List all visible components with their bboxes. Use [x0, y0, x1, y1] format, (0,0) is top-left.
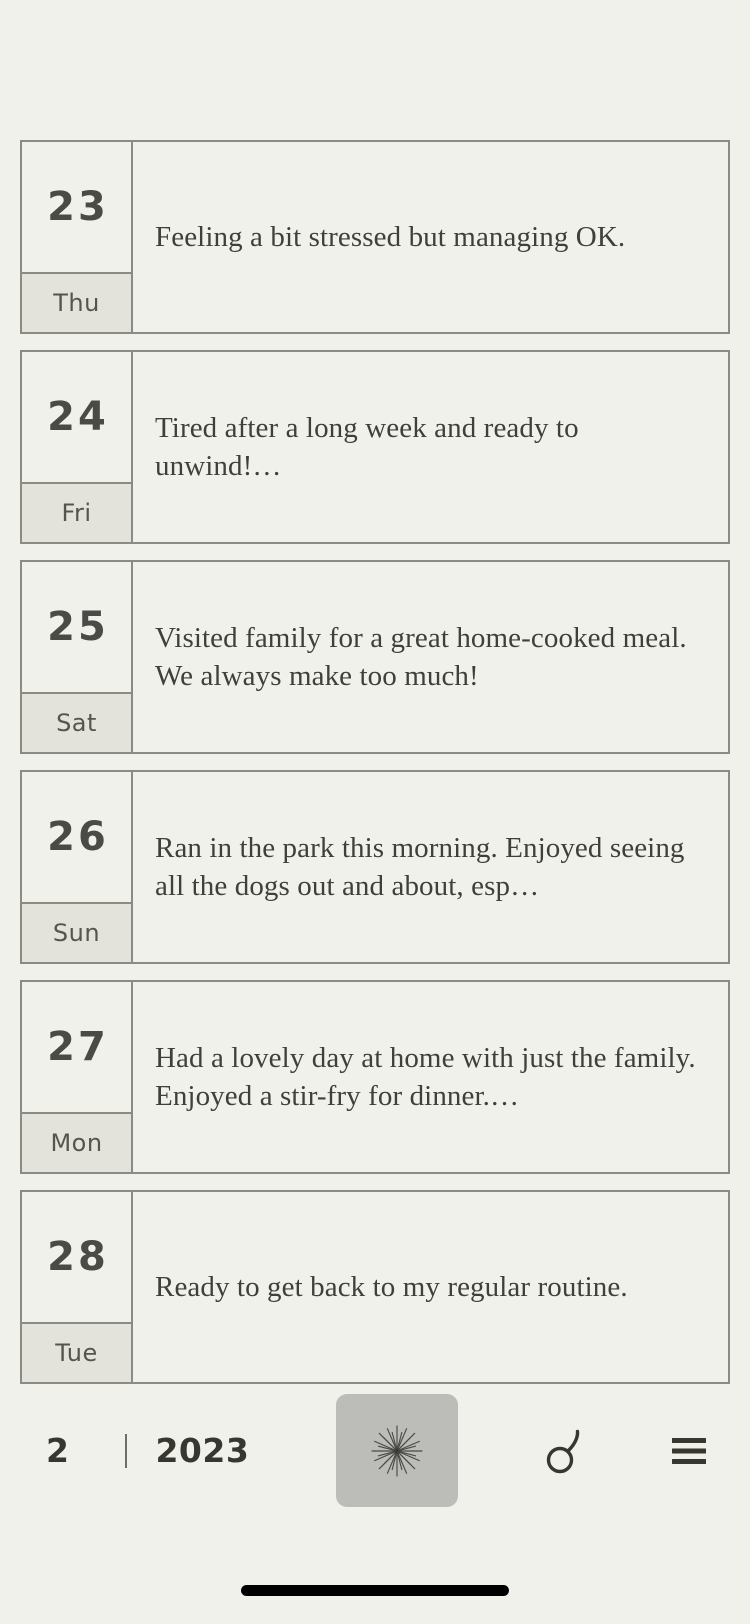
journal-entry-row[interactable]: 25 Sat Visited family for a great home-c…: [20, 560, 730, 754]
date-column: 28 Tue: [22, 1192, 133, 1382]
entry-body: Feeling a bit stressed but managing OK.: [133, 142, 728, 332]
date-column: 27 Mon: [22, 982, 133, 1172]
month-label[interactable]: 2: [46, 1431, 69, 1470]
entry-text: Visited family for a great home-cooked m…: [155, 621, 687, 692]
date-number-cell: 25: [22, 562, 131, 694]
entry-body: Visited family for a great home-cooked m…: [133, 562, 728, 752]
weekday-cell: Fri: [22, 484, 131, 542]
home-indicator: [241, 1585, 509, 1596]
date-column: 25 Sat: [22, 562, 133, 752]
weekday-label: Fri: [61, 499, 92, 527]
date-number-cell: 27: [22, 982, 131, 1114]
weekday-label: Sat: [56, 709, 97, 737]
journal-entry-row[interactable]: 23 Thu Feeling a bit stressed but managi…: [20, 140, 730, 334]
sparkle-icon: [370, 1424, 424, 1478]
date-column: 24 Fri: [22, 352, 133, 542]
date-column: 26 Sun: [22, 772, 133, 962]
date-number: 28: [47, 1234, 109, 1280]
weekday-label: Thu: [53, 289, 100, 317]
date-number: 26: [47, 814, 109, 860]
date-number-cell: 26: [22, 772, 131, 904]
date-number-cell: 28: [22, 1192, 131, 1324]
weekday-cell: Mon: [22, 1114, 131, 1172]
date-column: 23 Thu: [22, 142, 133, 332]
journal-entry-row[interactable]: 27 Mon Had a lovely day at home with jus…: [20, 980, 730, 1174]
hamburger-menu-icon[interactable]: [670, 1435, 708, 1467]
entry-body: Tired after a long week and ready to unw…: [133, 352, 728, 542]
entry-body: Ran in the park this morning. Enjoyed se…: [133, 772, 728, 962]
weekday-cell: Sun: [22, 904, 131, 962]
weekday-cell: Tue: [22, 1324, 131, 1382]
date-number: 24: [47, 394, 109, 440]
sparkle-button[interactable]: [335, 1394, 458, 1507]
entry-text: Ran in the park this morning. Enjoyed se…: [155, 831, 685, 902]
date-number: 25: [47, 604, 109, 650]
entry-body: Had a lovely day at home with just the f…: [133, 982, 728, 1172]
date-number-cell: 23: [22, 142, 131, 274]
bottom-navigation-bar: 2 2023: [0, 1393, 750, 1508]
weekday-cell: Thu: [22, 274, 131, 332]
date-number-cell: 24: [22, 352, 131, 484]
weekday-label: Tue: [55, 1339, 98, 1367]
app-screen: 23 Thu Feeling a bit stressed but managi…: [0, 0, 750, 1624]
date-number: 27: [47, 1024, 109, 1070]
journal-entry-row[interactable]: 28 Tue Ready to get back to my regular r…: [20, 1190, 730, 1384]
entry-text: Feeling a bit stressed but managing OK.: [155, 220, 626, 253]
nav-divider: [125, 1433, 128, 1468]
journal-entry-row[interactable]: 24 Fri Tired after a long week and ready…: [20, 350, 730, 544]
entry-text: Had a lovely day at home with just the f…: [155, 1041, 696, 1112]
entry-text: Ready to get back to my regular routine.: [155, 1270, 628, 1303]
mars-icon[interactable]: [544, 1427, 584, 1475]
weekday-label: Mon: [50, 1129, 103, 1157]
date-number: 23: [47, 184, 109, 230]
weekday-label: Sun: [52, 919, 101, 947]
entry-body: Ready to get back to my regular routine.: [133, 1192, 728, 1382]
journal-entry-list: 23 Thu Feeling a bit stressed but managi…: [20, 140, 730, 1400]
journal-entry-row[interactable]: 26 Sun Ran in the park this morning. Enj…: [20, 770, 730, 964]
year-label[interactable]: 2023: [155, 1431, 249, 1470]
entry-text: Tired after a long week and ready to unw…: [155, 411, 579, 482]
weekday-cell: Sat: [22, 694, 131, 752]
